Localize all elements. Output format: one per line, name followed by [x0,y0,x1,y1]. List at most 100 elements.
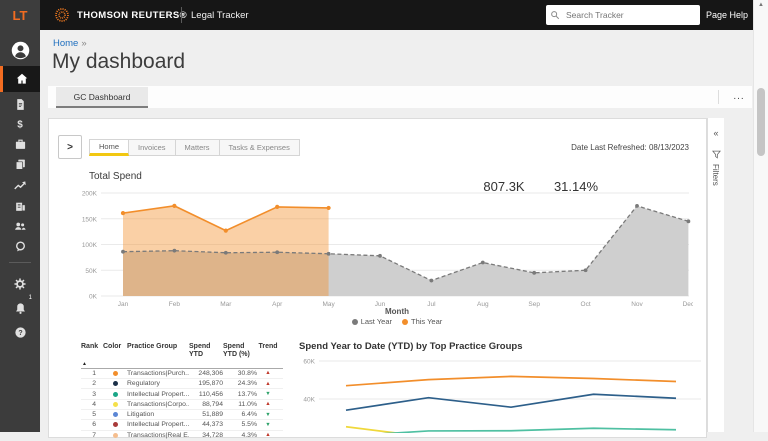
svg-text:150K: 150K [82,216,98,223]
dashboard-tab-strip: GC Dashboard ... [48,86,752,108]
search-input[interactable] [564,9,688,21]
svg-text:0K: 0K [89,294,98,301]
panel-tab-matters[interactable]: Matters [176,139,220,156]
total-spend-chart: 0K50K100K150K200KJanFebMarAprMayJunJulAu… [67,189,693,313]
document-icon [14,98,27,111]
sidebar-item-reports[interactable] [0,176,40,196]
cell-spend-ytd-pct: 11.0% [223,401,257,408]
sidebar-item-home[interactable] [0,66,40,92]
chart-title-total-spend: Total Spend [89,171,142,182]
trendline-icon [13,179,27,193]
cell-trend-up: ▲ [257,401,279,407]
sidebar: $ [0,30,40,432]
cell-color [103,422,127,427]
cell-trend-up: ▲ [257,381,279,387]
practice-group-color-dot [113,412,118,417]
panel-tab-invoices[interactable]: Invoices [129,139,176,156]
x-axis-title: Month [101,307,693,316]
panel-tab-tasks-expenses[interactable]: Tasks & Expenses [220,139,300,156]
column-header-trend[interactable]: Trend [257,343,279,360]
legal-tracker-app: LT THOMSON REUTERS® Legal Tracker Page H… [0,0,768,432]
cell-color [103,392,127,397]
cell-trend-down: ▼ [257,422,279,428]
cell-color [103,433,127,438]
column-header-practice-group[interactable]: Practice Group [127,343,189,360]
cell-color [103,381,127,386]
cell-trend-down: ▼ [257,391,279,397]
brand-name: THOMSON REUTERS® [77,10,187,21]
practice-group-color-dot [113,371,118,376]
svg-text:200K: 200K [82,191,98,198]
scrollbar-up-arrow[interactable]: ▲ [754,2,768,8]
people-icon [13,219,27,233]
breadcrumb: Home» [53,38,87,49]
cell-trend-up: ▲ [257,370,279,376]
sidebar-item-invoices[interactable] [0,94,40,114]
chat-icon [14,240,27,253]
sidebar-item-spend[interactable]: $ [0,114,40,134]
cell-practice-group: Intellectual Propert... [127,391,189,398]
search-icon [550,10,560,20]
table-row[interactable]: 3Intellectual Propert...110,45613.7%▼ [81,389,283,399]
page-scrollbar[interactable]: ▲ [753,0,768,432]
cell-spend-ytd-pct: 13.7% [223,391,257,398]
chart-title-ytd: Spend Year to Date (YTD) by Top Practice… [299,341,522,352]
cell-rank: 2 [81,380,103,387]
table-row[interactable]: 5Litigation51,8896.4%▼ [81,410,283,420]
cell-practice-group: Transactions|Corpo... [127,401,189,408]
search-box[interactable] [546,5,700,25]
page-title: My dashboard [52,50,185,74]
strip-divider [718,90,719,104]
sidebar-item-office[interactable] [0,196,40,216]
collapse-filters-icon[interactable]: « [708,128,724,138]
column-header-spend-ytd[interactable]: Spend YTD [189,343,223,360]
lt-logo[interactable]: LT [0,0,40,30]
sidebar-item-documents[interactable] [0,154,40,174]
cell-color [103,371,127,376]
practice-group-color-dot [113,422,118,427]
table-row[interactable]: 4Transactions|Corpo...88,79411.0%▲ [81,400,283,410]
sidebar-item-help[interactable]: ? [0,322,40,342]
topbar-divider [181,7,182,23]
column-header-spend-ytd-[interactable]: Spend YTD (%) [223,343,257,360]
page-help-link[interactable]: Page Help [706,10,748,20]
expand-panel-button[interactable]: > [58,135,82,159]
sidebar-item-contacts[interactable] [0,216,40,236]
sidebar-item-matters[interactable] [0,134,40,154]
scrollbar-thumb[interactable] [757,88,765,156]
building-icon [14,200,27,213]
table-row[interactable]: 6Intellectual Propert...44,3735.5%▼ [81,420,283,430]
table-row[interactable]: 1Transactions|Purch...248,30630.8%▲ [81,369,283,379]
notification-badge: 1 [29,295,32,301]
cell-spend-ytd: 51,889 [189,411,223,418]
table-row[interactable]: 7Transactions|Real E...34,7284.3%▲ [81,431,283,441]
cell-spend-ytd-pct: 30.8% [223,370,257,377]
user-avatar-icon [10,40,31,61]
tab-gc-dashboard[interactable]: GC Dashboard [56,87,148,108]
briefcase-icon [14,138,27,151]
sidebar-item-user[interactable] [0,38,40,62]
cell-spend-ytd-pct: 6.4% [223,411,257,418]
sidebar-item-settings[interactable] [0,274,40,294]
breadcrumb-home-link[interactable]: Home [53,38,78,49]
ytd-practice-group-chart: 60K40K [301,353,706,433]
thomson-reuters-logo-icon [54,7,70,23]
home-icon [15,72,29,86]
column-header-color[interactable]: Color [103,343,127,360]
panel-tab-home[interactable]: Home [89,139,129,156]
cell-color [103,412,127,417]
sidebar-item-notifications[interactable]: 1 [0,298,40,318]
legend-item-last-year: Last Year [352,317,392,326]
breadcrumb-separator: » [81,38,86,49]
column-header-rank[interactable]: Rank [81,343,103,360]
sidebar-item-messages[interactable] [0,236,40,256]
cell-practice-group: Transactions|Real E... [127,432,189,439]
report-card: > HomeInvoicesMattersTasks & Expenses Da… [48,118,707,438]
sort-ascending-icon[interactable]: ▲ [82,361,87,367]
more-options-button[interactable]: ... [726,86,752,106]
cell-practice-group: Regulatory [127,380,189,387]
cell-spend-ytd: 88,794 [189,401,223,408]
svg-text:40K: 40K [303,397,315,404]
filters-rail[interactable]: « Filters [707,118,724,432]
table-row[interactable]: 2Regulatory195,87024.3%▲ [81,379,283,389]
